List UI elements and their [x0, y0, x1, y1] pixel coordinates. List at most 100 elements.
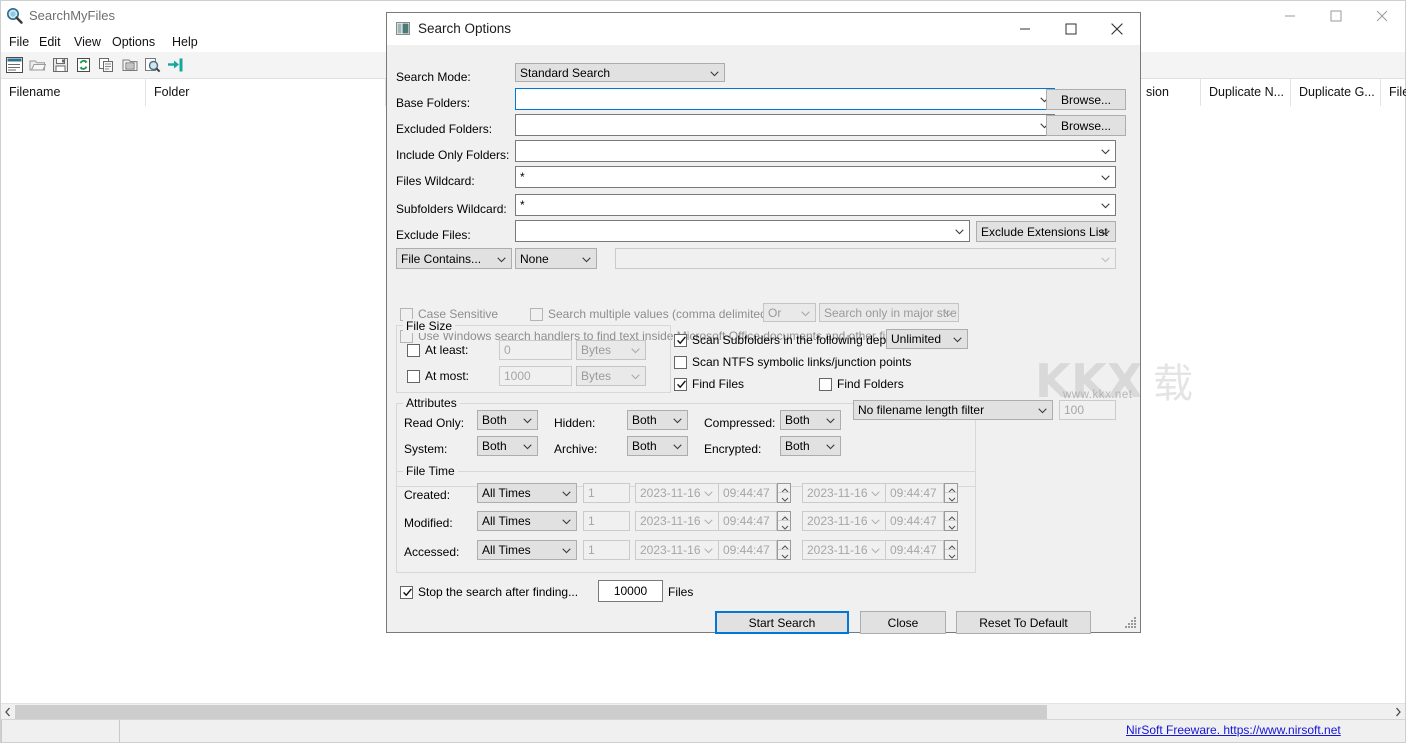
excluded-folders-browse-button[interactable]: Browse...	[1046, 115, 1126, 136]
scan-ntfs-links-label: Scan NTFS symbolic links/junction points	[692, 355, 911, 369]
include-only-folders-combo[interactable]	[515, 140, 1116, 162]
modified-time-from-spinner[interactable]	[777, 511, 791, 531]
menu-options[interactable]: Options	[106, 34, 161, 50]
column-extension[interactable]: sion	[1138, 79, 1201, 106]
start-search-label: Start Search	[717, 616, 847, 630]
chevron-down-icon[interactable]	[1101, 198, 1110, 212]
chevron-down-icon	[497, 252, 506, 266]
save-icon[interactable]	[52, 57, 69, 73]
files-wildcard-combo[interactable]: *	[515, 166, 1116, 188]
created-time-from-spinner[interactable]	[777, 483, 791, 503]
menu-view[interactable]: View	[68, 34, 107, 50]
start-search-button[interactable]: Start Search	[715, 611, 849, 634]
chevron-down-icon	[673, 413, 682, 427]
contains-mode-combo[interactable]: File Contains...	[396, 248, 512, 269]
app-maximize-button[interactable]	[1313, 1, 1359, 31]
menu-edit[interactable]: Edit	[33, 34, 67, 50]
checkbox-box[interactable]	[400, 586, 413, 599]
copy-icon[interactable]	[98, 57, 115, 73]
label-subfolders-wildcard: Subfolders Wildcard:	[396, 202, 507, 216]
scrollbar-thumb[interactable]	[15, 705, 1047, 719]
checkbox-box[interactable]	[819, 378, 832, 391]
column-filename[interactable]: Filename	[1, 79, 146, 106]
system-combo[interactable]: Both	[477, 436, 538, 456]
subfolders-wildcard-combo[interactable]: *	[515, 194, 1116, 216]
exclude-extensions-list-combo[interactable]: Exclude Extensions List	[976, 221, 1116, 242]
hidden-combo[interactable]: Both	[627, 410, 688, 430]
checkbox-box[interactable]	[407, 344, 420, 357]
encrypted-combo[interactable]: Both	[780, 436, 841, 456]
refresh-icon[interactable]	[75, 57, 92, 73]
chevron-down-icon[interactable]	[955, 224, 964, 238]
exclude-files-combo[interactable]	[515, 220, 970, 242]
chevron-down-icon	[631, 369, 640, 383]
nirsoft-link[interactable]: NirSoft Freeware. https://www.nirsoft.ne…	[1126, 723, 1341, 737]
chevron-down-icon	[562, 486, 571, 500]
results-horizontal-scrollbar[interactable]	[1, 703, 1405, 720]
label-system: System:	[404, 442, 447, 456]
created-time-to-spinner[interactable]	[944, 483, 958, 503]
contains-operator-combo[interactable]: None	[515, 248, 597, 269]
dialog-titlebar[interactable]: Search Options	[387, 13, 1140, 45]
checkbox-box[interactable]	[674, 334, 687, 347]
scroll-left-arrow-icon[interactable]	[1, 704, 15, 720]
at-most-value-input: 1000	[499, 366, 572, 386]
menu-help[interactable]: Help	[166, 34, 204, 50]
chevron-down-icon	[710, 66, 719, 80]
modified-mode-combo[interactable]: All Times	[477, 511, 577, 531]
open-folder-icon[interactable]	[29, 57, 46, 73]
search-options-icon[interactable]	[6, 57, 23, 73]
find-icon[interactable]	[144, 57, 161, 73]
accessed-date-from-combo: 2023-11-16	[635, 540, 719, 560]
dialog-close-button[interactable]	[1094, 13, 1140, 45]
column-duplicate-n[interactable]: Duplicate N...	[1201, 79, 1291, 106]
created-mode-combo[interactable]: All Times	[477, 483, 577, 503]
at-least-unit-value: Bytes	[581, 343, 611, 357]
chevron-down-icon[interactable]	[1101, 144, 1110, 158]
base-folders-combo[interactable]	[515, 88, 1055, 110]
checkbox-box[interactable]	[407, 370, 420, 383]
filename-length-filter-combo[interactable]: No filename length filter	[853, 400, 1053, 420]
modified-date-from-combo: 2023-11-16	[635, 511, 719, 531]
excluded-folders-combo[interactable]	[515, 114, 1055, 136]
scroll-right-arrow-icon[interactable]	[1391, 704, 1405, 720]
modified-time-to-spinner[interactable]	[944, 511, 958, 531]
read-only-value: Both	[482, 413, 507, 427]
chevron-down-icon	[1038, 403, 1047, 417]
dialog-maximize-button[interactable]	[1048, 13, 1094, 45]
app-close-button[interactable]	[1359, 1, 1405, 31]
reset-to-default-button[interactable]: Reset To Default	[956, 611, 1091, 634]
base-folders-browse-button[interactable]: Browse...	[1046, 89, 1126, 110]
at-least-label: At least:	[425, 343, 468, 357]
accessed-time-from-spinner[interactable]	[777, 540, 791, 560]
chevron-down-icon	[523, 439, 532, 453]
accessed-time-to-spinner[interactable]	[944, 540, 958, 560]
column-duplicate-g[interactable]: Duplicate G...	[1291, 79, 1381, 106]
scan-depth-combo[interactable]: Unlimited	[886, 329, 968, 349]
read-only-combo[interactable]: Both	[477, 410, 538, 430]
find-folders-label: Find Folders	[837, 377, 904, 391]
compressed-combo[interactable]: Both	[780, 410, 841, 430]
stop-search-count-input[interactable]: 10000	[598, 580, 663, 602]
chevron-down-icon	[826, 413, 835, 427]
column-folder[interactable]: Folder	[146, 79, 386, 106]
scrollbar-track[interactable]	[1047, 704, 1391, 720]
close-button[interactable]: Close	[860, 611, 946, 634]
dialog-minimize-button[interactable]	[1002, 13, 1048, 45]
chevron-down-icon	[704, 543, 713, 557]
chevron-down-icon	[944, 306, 953, 320]
menu-file[interactable]: File	[3, 34, 35, 50]
scan-subfolders-label: Scan Subfolders in the following depth:	[692, 333, 899, 347]
stop-search-label: Stop the search after finding...	[418, 585, 578, 599]
search-mode-combo[interactable]: Standard Search	[515, 63, 725, 82]
properties-icon[interactable]	[121, 57, 138, 73]
checkbox-box[interactable]	[674, 378, 687, 391]
dialog-resize-grip[interactable]	[1123, 615, 1137, 629]
app-minimize-button[interactable]	[1267, 1, 1313, 31]
accessed-mode-combo[interactable]: All Times	[477, 540, 577, 560]
checkbox-box[interactable]	[674, 356, 687, 369]
column-file[interactable]: File	[1381, 79, 1406, 106]
chevron-down-icon[interactable]	[1101, 170, 1110, 184]
exit-icon[interactable]	[167, 57, 184, 73]
archive-combo[interactable]: Both	[627, 436, 688, 456]
